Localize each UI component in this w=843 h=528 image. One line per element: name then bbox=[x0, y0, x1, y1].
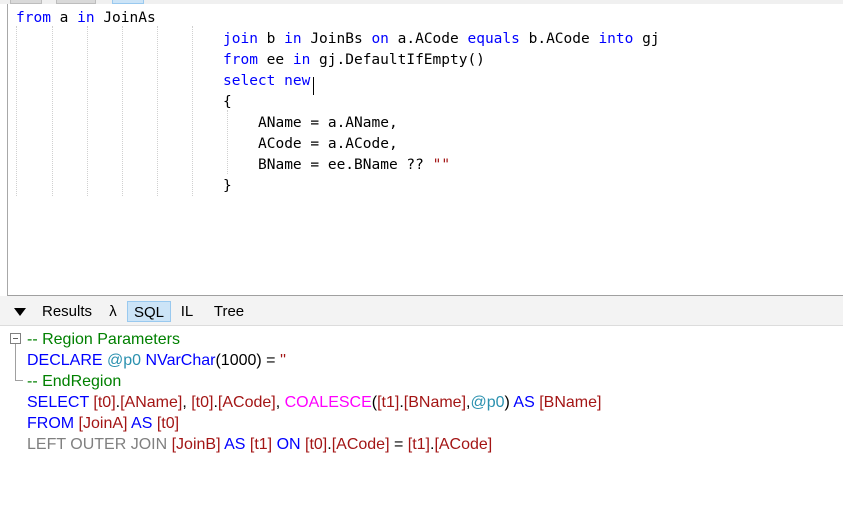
code-token: [t0] bbox=[93, 394, 116, 411]
tab-lambda[interactable]: λ bbox=[104, 301, 122, 322]
tab-tree[interactable]: Tree bbox=[210, 301, 248, 322]
code-token: into bbox=[598, 31, 634, 47]
code-line: BName = ee.BName ?? "" bbox=[258, 155, 450, 176]
code-token: [t1] bbox=[249, 436, 273, 453]
code-token: BName = ee.BName ?? bbox=[258, 157, 433, 173]
code-line: } bbox=[223, 176, 232, 197]
code-token: b bbox=[257, 31, 285, 47]
code-token: [ACode] bbox=[434, 436, 493, 453]
code-line: from a in JoinAs bbox=[16, 8, 156, 29]
code-token: { bbox=[223, 94, 232, 110]
code-token: 1000 bbox=[220, 352, 257, 369]
code-token: FROM bbox=[27, 415, 79, 432]
code-token: on bbox=[371, 31, 389, 47]
code-token: '' bbox=[279, 352, 287, 369]
collapse-arrow-icon[interactable] bbox=[14, 308, 26, 316]
code-token: [AName] bbox=[120, 394, 183, 411]
code-token: = bbox=[389, 436, 408, 453]
sql-line: LEFT OUTER JOIN [JoinB] AS [t1] ON [t0].… bbox=[27, 434, 492, 455]
code-token: equals bbox=[467, 31, 520, 47]
code-token: , bbox=[182, 394, 192, 411]
code-token: select bbox=[223, 73, 276, 89]
indent-guide bbox=[122, 26, 123, 196]
code-token: new bbox=[284, 73, 311, 89]
code-token: from bbox=[16, 10, 51, 26]
code-token: [t0] bbox=[305, 436, 328, 453]
indent-guide bbox=[52, 26, 53, 196]
results-tab-bar: Results λ SQL IL Tree bbox=[0, 296, 843, 326]
code-line: select new bbox=[223, 71, 310, 92]
code-token: AName = a.AName, bbox=[258, 115, 398, 131]
region-fold-end bbox=[15, 380, 23, 381]
code-token: in bbox=[77, 10, 95, 26]
code-token: JoinAs bbox=[94, 10, 156, 26]
code-token: [JoinA] bbox=[78, 415, 128, 432]
code-editor[interactable]: from a in JoinAs join b in JoinBs on a.A… bbox=[7, 4, 843, 296]
code-token: JoinBs bbox=[301, 31, 372, 47]
code-token: ON bbox=[272, 436, 306, 453]
code-token: [t1] bbox=[407, 436, 430, 453]
code-token: gj.DefaultIfEmpty() bbox=[310, 52, 485, 68]
code-token: a bbox=[50, 10, 78, 26]
code-token: [t1] bbox=[377, 394, 400, 411]
code-token: gj bbox=[633, 31, 660, 47]
code-token: b.ACode bbox=[519, 31, 599, 47]
region-fold-line bbox=[15, 344, 16, 380]
code-token: SELECT bbox=[27, 394, 94, 411]
sql-line: FROM [JoinA] AS [t0] bbox=[27, 413, 179, 434]
indent-guide bbox=[16, 26, 17, 196]
code-token: = bbox=[261, 352, 280, 369]
indent-guide bbox=[157, 26, 158, 196]
sql-output-pane[interactable]: -- Region Parameters DECLARE @p0 NVarCha… bbox=[0, 326, 843, 528]
code-token: AS bbox=[127, 415, 157, 432]
code-token: in bbox=[292, 52, 311, 68]
indent-guide bbox=[227, 110, 228, 174]
code-token: } bbox=[223, 178, 232, 194]
code-token: ee bbox=[257, 52, 293, 68]
sql-line: -- EndRegion bbox=[27, 371, 121, 392]
code-token: AS bbox=[509, 394, 540, 411]
code-token: in bbox=[284, 31, 302, 47]
sql-line: DECLARE @p0 NVarChar(1000) = '' bbox=[27, 350, 286, 371]
region-collapse-icon[interactable] bbox=[10, 333, 21, 344]
text-caret bbox=[313, 77, 314, 95]
code-token: LEFT OUTER JOIN bbox=[27, 436, 172, 453]
code-token: NVarChar bbox=[141, 352, 216, 369]
tab-sql[interactable]: SQL bbox=[127, 301, 171, 322]
code-token: DECLARE bbox=[27, 352, 108, 369]
code-token: "" bbox=[432, 157, 451, 173]
code-token: a.ACode bbox=[388, 31, 468, 47]
code-token: AS bbox=[220, 436, 250, 453]
code-token: [BName] bbox=[403, 394, 467, 411]
code-token: from bbox=[223, 52, 258, 68]
code-token: @p0 bbox=[470, 394, 505, 411]
sql-line: SELECT [t0].[AName], [t0].[ACode], COALE… bbox=[27, 392, 601, 413]
code-token: @p0 bbox=[107, 352, 142, 369]
code-token: -- Region Parameters bbox=[27, 331, 180, 348]
code-token: [ACode] bbox=[217, 394, 276, 411]
code-token: ACode = a.ACode, bbox=[258, 136, 398, 152]
code-line: join b in JoinBs on a.ACode equals b.ACo… bbox=[223, 29, 660, 50]
tab-il[interactable]: IL bbox=[176, 301, 198, 322]
code-token: [BName] bbox=[539, 394, 602, 411]
code-token: , bbox=[275, 394, 285, 411]
code-line: { bbox=[223, 92, 232, 113]
sql-line: -- Region Parameters bbox=[27, 329, 180, 350]
code-line: from ee in gj.DefaultIfEmpty() bbox=[223, 50, 485, 71]
indent-guide bbox=[192, 26, 193, 196]
code-token: [ACode] bbox=[331, 436, 390, 453]
indent-guide bbox=[87, 26, 88, 196]
code-token: [JoinB] bbox=[171, 436, 221, 453]
code-line: ACode = a.ACode, bbox=[258, 134, 398, 155]
code-token: [t0] bbox=[191, 394, 214, 411]
tab-results[interactable]: Results bbox=[36, 301, 98, 322]
code-token: -- EndRegion bbox=[27, 373, 122, 390]
code-token: [t0] bbox=[156, 415, 180, 432]
code-token: COALESCE bbox=[284, 394, 372, 411]
code-line: AName = a.AName, bbox=[258, 113, 398, 134]
code-token: join bbox=[223, 31, 258, 47]
